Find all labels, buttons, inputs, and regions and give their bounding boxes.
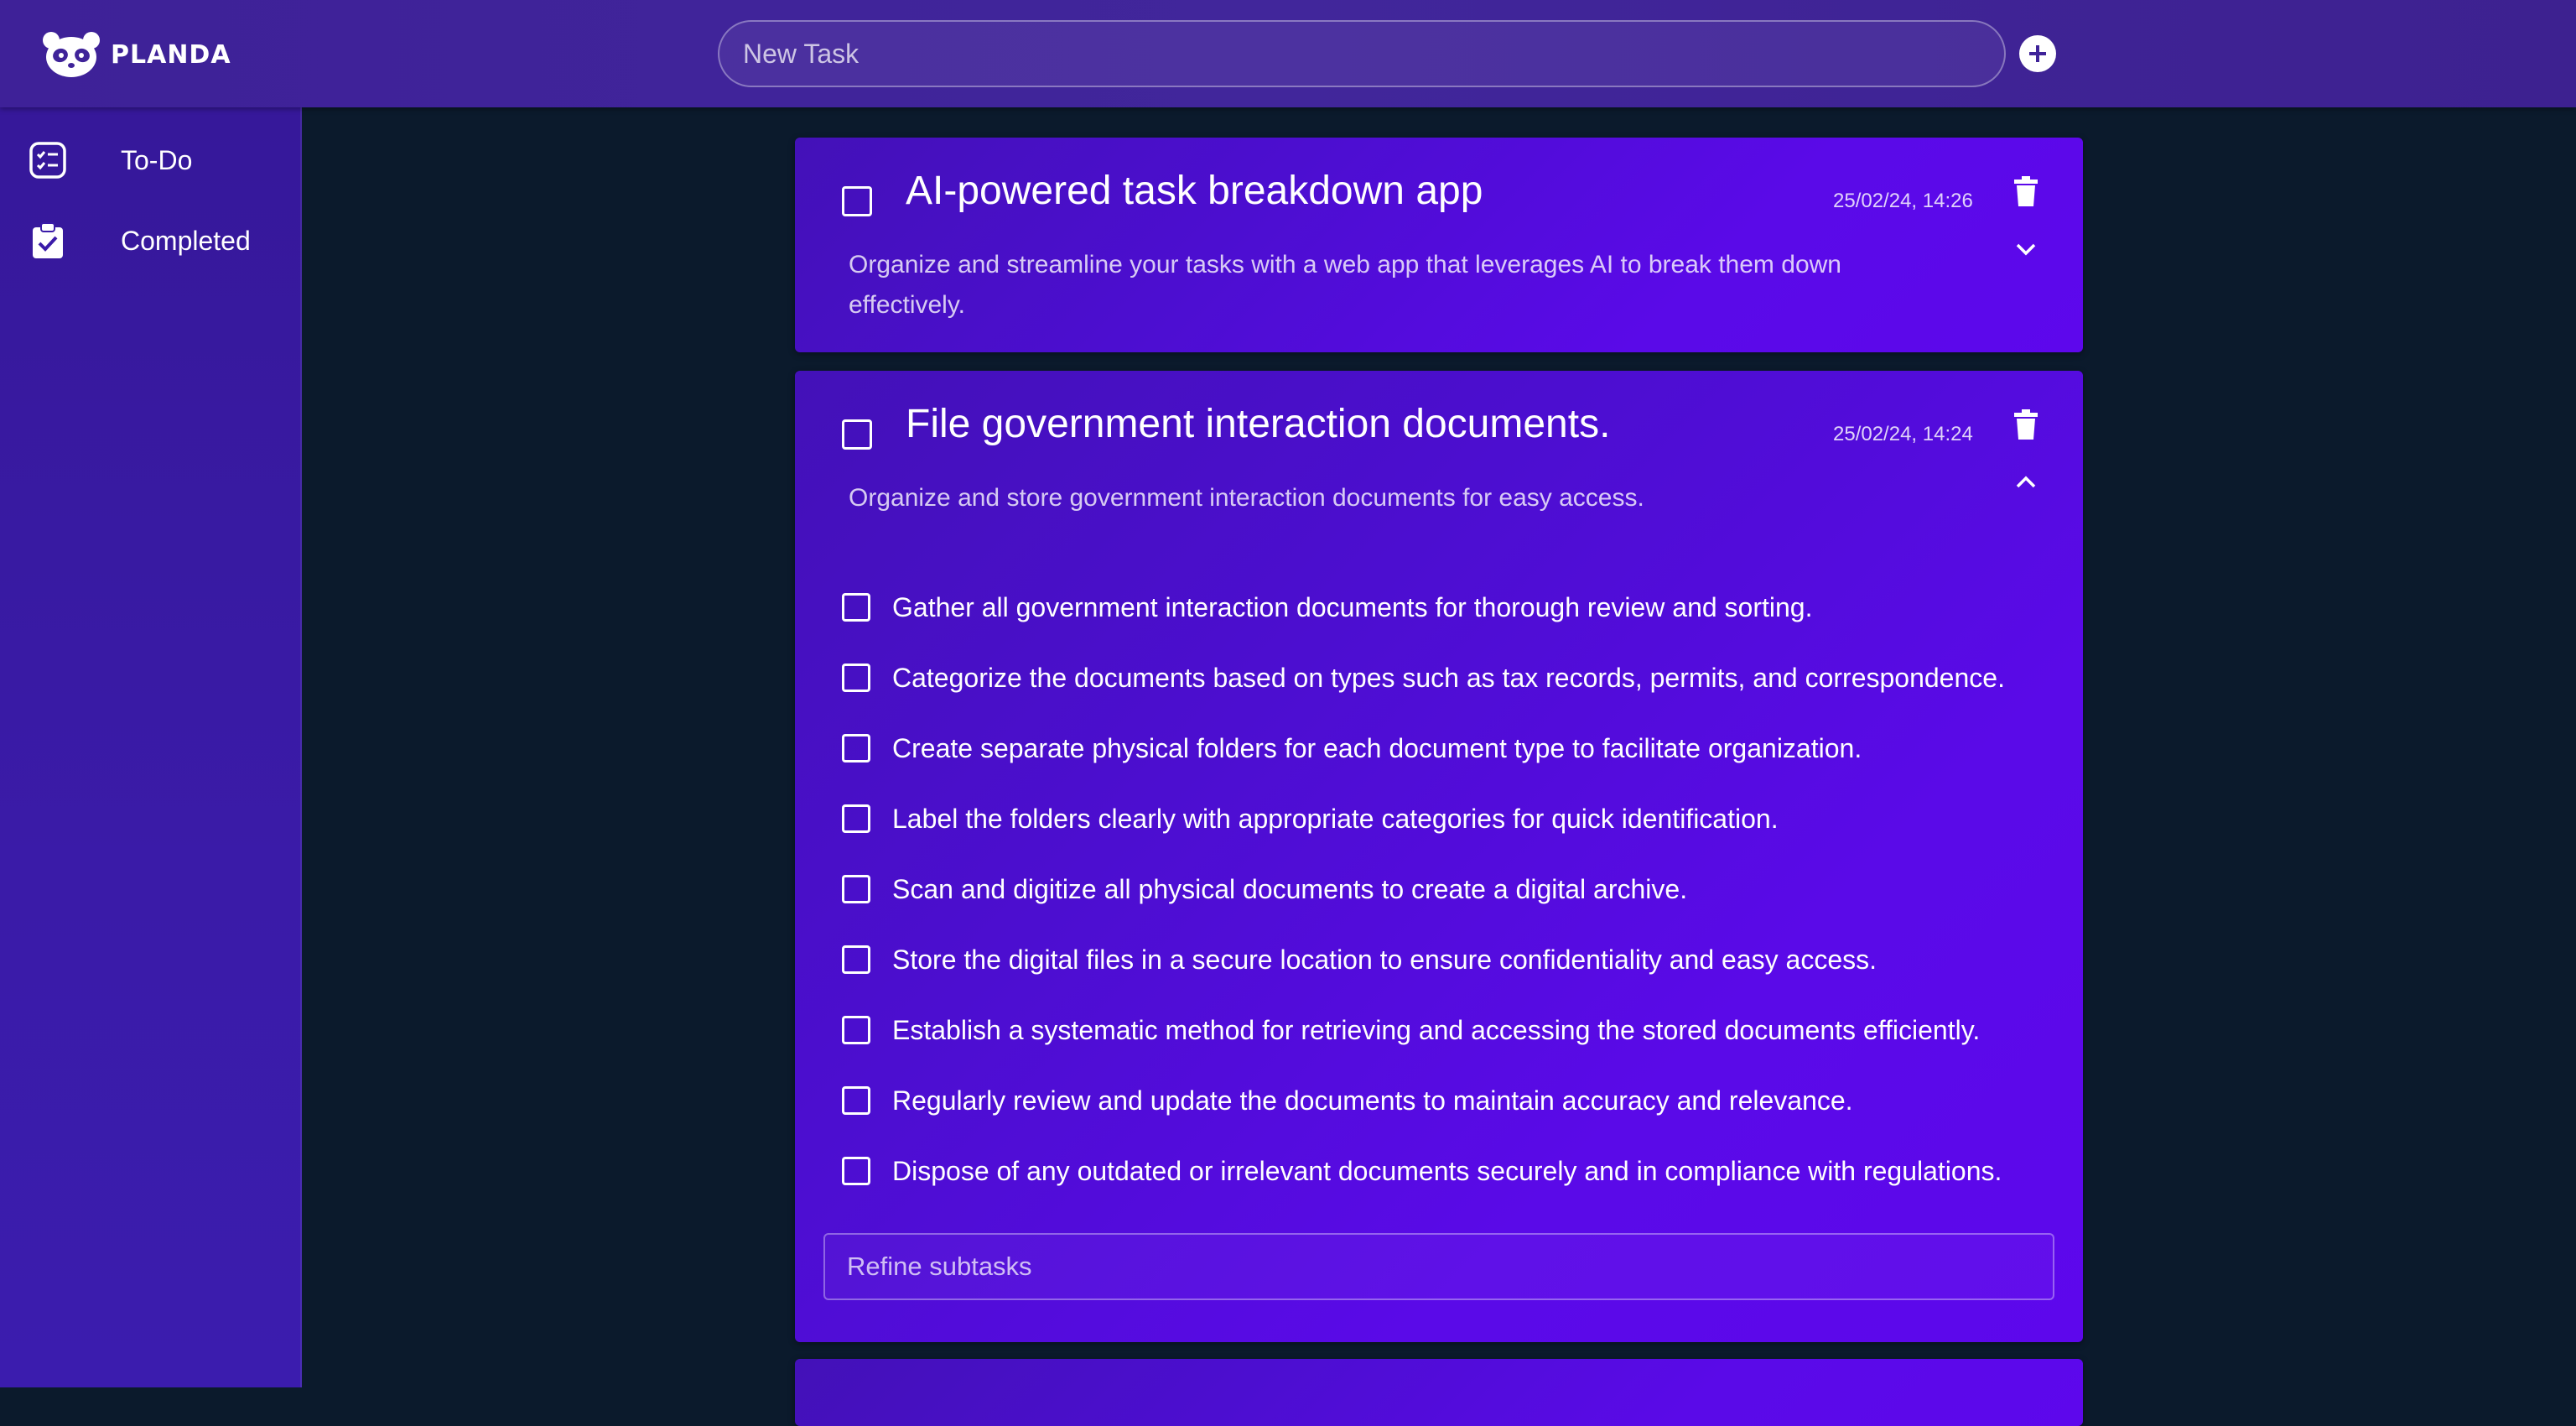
plus-icon bbox=[2029, 45, 2046, 62]
task-card: File government interaction documents. 2… bbox=[795, 371, 2083, 1342]
chevron-down-icon bbox=[2016, 243, 2036, 256]
top-bar: PLANDA bbox=[0, 0, 2576, 107]
subtask-label: Store the digital files in a secure loca… bbox=[892, 944, 1877, 975]
collapse-task-button[interactable] bbox=[2014, 475, 2038, 494]
subtask-checkbox[interactable] bbox=[842, 593, 870, 622]
subtask-item: Store the digital files in a secure loca… bbox=[842, 943, 1877, 976]
subtask-label: Create separate physical folders for eac… bbox=[892, 732, 1862, 763]
subtask-checkbox[interactable] bbox=[842, 1157, 870, 1185]
task-checkbox[interactable] bbox=[842, 186, 872, 216]
subtask-item: Categorize the documents based on types … bbox=[842, 661, 2005, 695]
subtask-item: Dispose of any outdated or irrelevant do… bbox=[842, 1154, 2002, 1188]
task-card: AI-powered task breakdown app 25/02/24, … bbox=[795, 138, 2083, 352]
subtask-checkbox[interactable] bbox=[842, 1016, 870, 1044]
new-task-input[interactable] bbox=[718, 20, 2006, 87]
subtask-label: Scan and digitize all physical documents… bbox=[892, 873, 1688, 904]
subtask-item: Regularly review and update the document… bbox=[842, 1084, 1853, 1117]
add-task-button[interactable] bbox=[2019, 35, 2056, 72]
task-card[interactable] bbox=[795, 1359, 2083, 1426]
subtask-label: Regularly review and update the document… bbox=[892, 1085, 1853, 1116]
subtask-item: Establish a systematic method for retrie… bbox=[842, 1013, 1980, 1047]
sidebar-item-completed[interactable]: Completed bbox=[0, 205, 302, 277]
trash-icon bbox=[2014, 409, 2038, 440]
task-checkbox[interactable] bbox=[842, 419, 872, 450]
subtask-label: Label the folders clearly with appropria… bbox=[892, 803, 1779, 834]
panda-logo-icon bbox=[43, 32, 100, 77]
task-description: Organize and store government interactio… bbox=[849, 484, 1644, 512]
task-timestamp: 25/02/24, 14:26 bbox=[1833, 190, 1973, 212]
chevron-up-icon bbox=[2016, 476, 2036, 488]
clipboard-check-icon bbox=[33, 222, 63, 258]
subtask-item: Label the folders clearly with appropria… bbox=[842, 802, 1779, 835]
app-name: PLANDA bbox=[111, 39, 231, 70]
refine-subtasks-input[interactable] bbox=[823, 1233, 2054, 1300]
subtask-label: Categorize the documents based on types … bbox=[892, 662, 2005, 693]
checklist-icon bbox=[29, 142, 66, 179]
subtask-checkbox[interactable] bbox=[842, 875, 870, 903]
sidebar-item-label: To-Do bbox=[121, 144, 193, 175]
task-timestamp: 25/02/24, 14:24 bbox=[1833, 423, 1973, 445]
subtask-checkbox[interactable] bbox=[842, 1086, 870, 1115]
sidebar-item-todo[interactable]: To-Do bbox=[0, 124, 302, 196]
subtask-checkbox[interactable] bbox=[842, 734, 870, 762]
subtask-item: Gather all government interaction docume… bbox=[842, 591, 1812, 624]
app-logo[interactable]: PLANDA bbox=[42, 30, 231, 79]
subtask-checkbox[interactable] bbox=[842, 945, 870, 974]
task-title: File government interaction documents. bbox=[906, 402, 1611, 446]
delete-task-button[interactable] bbox=[2014, 176, 2038, 211]
expand-task-button[interactable] bbox=[2014, 242, 2038, 261]
delete-task-button[interactable] bbox=[2014, 409, 2038, 444]
trash-icon bbox=[2014, 176, 2038, 206]
sidebar-item-label: Completed bbox=[121, 225, 251, 256]
subtask-checkbox[interactable] bbox=[842, 664, 870, 692]
subtask-label: Gather all government interaction docume… bbox=[892, 591, 1813, 622]
task-description: Organize and streamline your tasks with … bbox=[849, 251, 1841, 319]
subtask-item: Create separate physical folders for eac… bbox=[842, 731, 1862, 765]
subtask-label: Establish a systematic method for retrie… bbox=[892, 1014, 1981, 1045]
subtask-label: Dispose of any outdated or irrelevant do… bbox=[892, 1155, 2002, 1186]
sidebar: To-Do Completed bbox=[0, 107, 302, 1387]
subtask-checkbox[interactable] bbox=[842, 804, 870, 833]
subtask-item: Scan and digitize all physical documents… bbox=[842, 872, 1687, 906]
task-title: AI-powered task breakdown app bbox=[906, 169, 1483, 213]
